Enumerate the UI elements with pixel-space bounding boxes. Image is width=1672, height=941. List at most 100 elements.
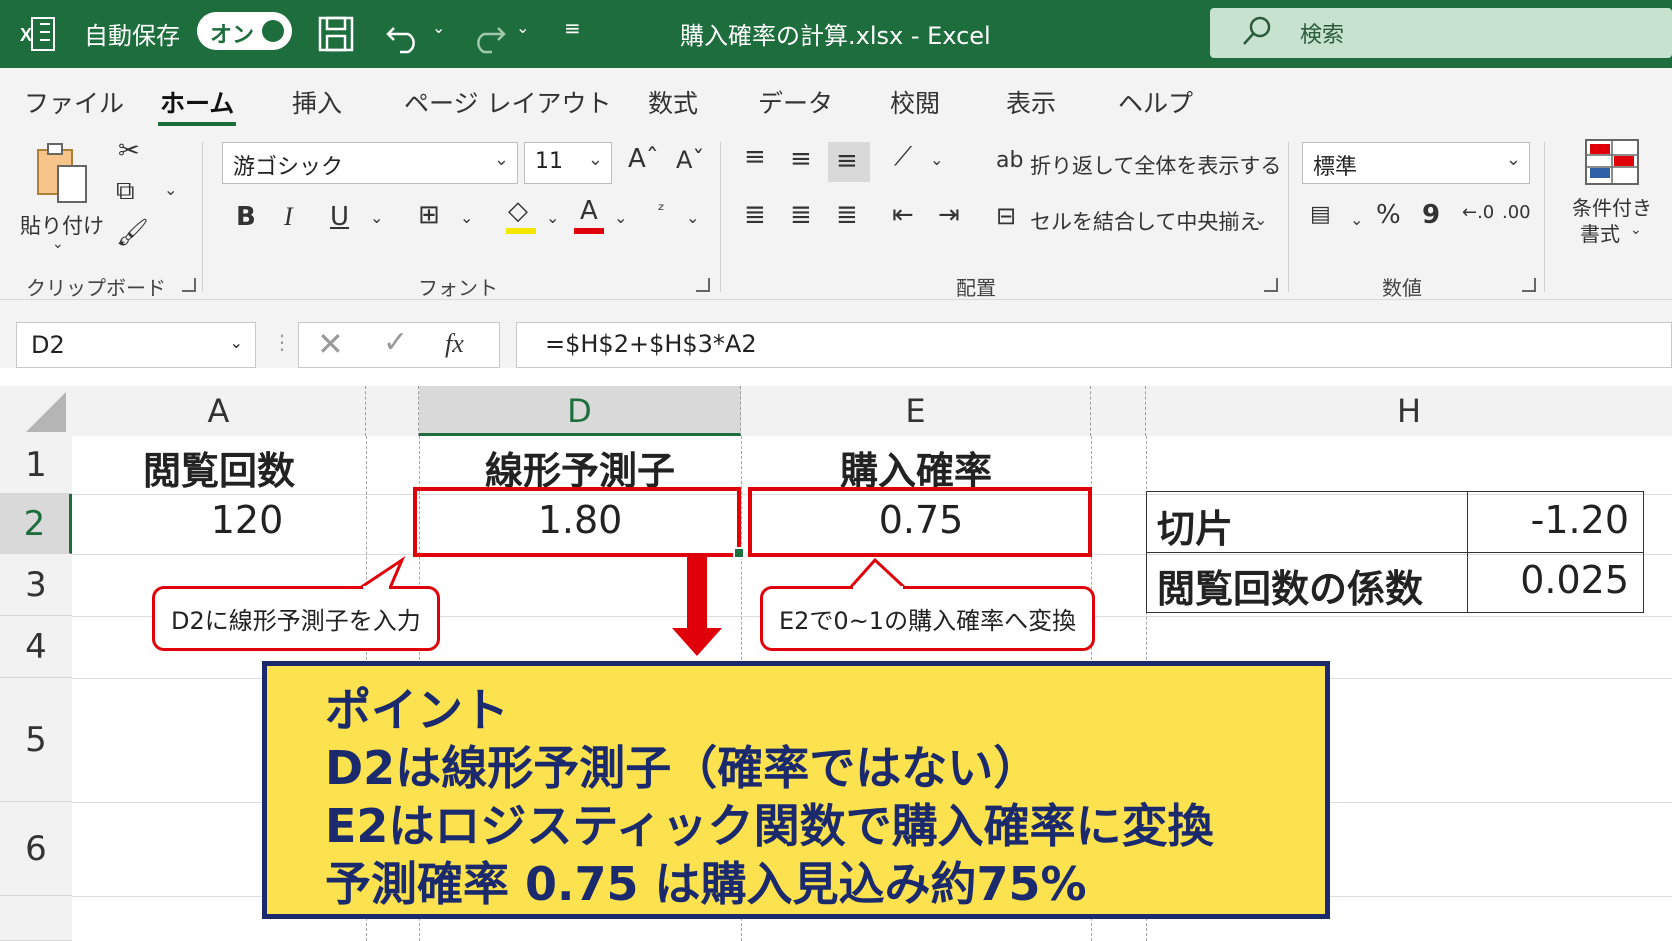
merge-dropdown-icon[interactable]: ⌄ [1254, 210, 1267, 229]
undo-dropdown-icon[interactable]: ⌄ [432, 18, 445, 37]
e2-callout: E2で0~1の購入確率へ変換 [760, 586, 1096, 651]
coefficient-value[interactable]: 0.025 [1520, 558, 1629, 602]
font-launcher-icon[interactable] [696, 278, 710, 292]
column-header-hidden[interactable] [366, 386, 419, 436]
number-launcher-icon[interactable] [1522, 278, 1536, 292]
phonetic-guide-icon[interactable]: ᶻ [658, 200, 665, 221]
column-header-hidden[interactable] [1091, 386, 1146, 436]
borders-icon[interactable]: ⊞ [418, 200, 440, 230]
font-size-select[interactable]: 11 ⌄ [524, 142, 612, 184]
customize-toolbar-icon[interactable]: ≡ [564, 16, 581, 40]
formula-input[interactable]: =$H$2+$H$3*A2 [516, 322, 1672, 368]
enter-icon[interactable]: ✓ [383, 325, 408, 360]
tab-review[interactable]: 校閲 [890, 84, 940, 120]
merge-center-button[interactable]: セルを結合して中央揃え [1030, 206, 1260, 236]
column-header-e[interactable]: E [741, 386, 1091, 436]
save-icon[interactable] [316, 14, 356, 54]
cell-a1[interactable]: 閲覧回数 [72, 440, 366, 495]
tab-view[interactable]: 表示 [1006, 84, 1056, 120]
decrease-decimal-icon[interactable]: .00 [1502, 202, 1531, 223]
redo-dropdown-icon[interactable]: ⌄ [516, 18, 529, 37]
decrease-font-icon[interactable]: Aˇ [676, 146, 704, 174]
accounting-dropdown-icon[interactable]: ⌄ [1350, 210, 1363, 229]
paste-icon[interactable] [32, 140, 92, 206]
redo-icon[interactable] [468, 14, 508, 54]
select-all-button[interactable] [0, 386, 72, 436]
search-box[interactable] [1210, 8, 1672, 58]
column-header-d[interactable]: D [419, 386, 741, 436]
column-header-a[interactable]: A [72, 386, 366, 436]
conditional-format-dropdown-icon[interactable]: ⌄ [1630, 222, 1642, 238]
row-header-7[interactable] [0, 896, 72, 941]
increase-font-icon[interactable]: Aˆ [628, 144, 659, 174]
increase-decimal-icon[interactable]: ←.0 [1462, 202, 1494, 223]
fill-color-icon[interactable]: ◇ [508, 196, 528, 226]
clipboard-launcher-icon[interactable] [182, 278, 196, 292]
column-header-h[interactable]: H [1146, 386, 1672, 436]
key-point-line: E2はロジスティック関数で購入確率に変換 [325, 799, 1214, 853]
number-format-select[interactable]: 標準 ⌄ [1302, 142, 1530, 184]
copy-dropdown-icon[interactable]: ⌄ [164, 180, 177, 199]
tab-insert[interactable]: 挿入 [292, 84, 342, 120]
row-header-5[interactable]: 5 [0, 678, 72, 802]
intercept-label[interactable]: 切片 [1157, 498, 1233, 553]
orientation-icon[interactable]: ⟋ [894, 142, 912, 173]
row-header-4[interactable]: 4 [0, 616, 72, 678]
format-painter-icon[interactable]: 🖌 [116, 218, 149, 248]
tab-data[interactable]: データ [758, 84, 833, 120]
tab-file[interactable]: ファイル [24, 84, 124, 120]
document-title: 購入確率の計算.xlsx - Excel [680, 22, 991, 50]
excel-logo-icon: X [20, 17, 55, 51]
cut-icon[interactable]: ✂ [118, 136, 140, 166]
conditional-format-label-line2[interactable]: 書式 [1580, 218, 1620, 247]
font-name-select[interactable]: 游ゴシック ⌄ [222, 142, 518, 184]
coefficient-label[interactable]: 閲覧回数の係数 [1157, 558, 1423, 613]
underline-button[interactable]: U [330, 202, 349, 232]
align-left-icon[interactable]: ≣ [744, 200, 766, 230]
name-box[interactable]: D2 ⌄ [16, 322, 256, 368]
alignment-launcher-icon[interactable] [1264, 278, 1278, 292]
bold-button[interactable]: B [236, 202, 256, 232]
row-header-3[interactable]: 3 [0, 554, 72, 616]
tab-formulas[interactable]: 数式 [648, 84, 698, 120]
row-header-2[interactable]: 2 [0, 494, 72, 554]
decrease-indent-icon[interactable]: ⇤ [892, 200, 914, 230]
align-right-icon[interactable]: ≣ [836, 200, 858, 230]
copy-icon[interactable]: ⧉ [116, 176, 135, 207]
borders-dropdown-icon[interactable]: ⌄ [460, 208, 473, 227]
font-color-dropdown-icon[interactable]: ⌄ [614, 208, 627, 227]
group-separator [720, 142, 721, 292]
align-top-icon[interactable]: ≡ [744, 142, 766, 172]
cell-a2[interactable]: 120 [100, 498, 394, 542]
underline-dropdown-icon[interactable]: ⌄ [370, 208, 383, 227]
increase-indent-icon[interactable]: ⇥ [938, 200, 960, 230]
tab-home[interactable]: ホーム [160, 84, 234, 120]
percent-style-button[interactable]: % [1376, 200, 1401, 230]
phonetic-dropdown-icon[interactable]: ⌄ [686, 208, 699, 227]
font-color-icon[interactable]: A [580, 196, 598, 226]
conditional-format-icon[interactable] [1584, 138, 1640, 186]
fill-color-dropdown-icon[interactable]: ⌄ [546, 208, 559, 227]
conditional-format-label-line1[interactable]: 条件付き [1572, 192, 1652, 221]
fill-handle[interactable] [733, 547, 745, 559]
intercept-value[interactable]: -1.20 [1531, 498, 1629, 542]
align-center-icon[interactable]: ≣ [790, 200, 812, 230]
accounting-format-icon[interactable]: ▤ [1310, 202, 1331, 227]
table-divider [1147, 552, 1643, 553]
undo-icon[interactable] [384, 14, 424, 54]
autosave-label: 自動保存 [84, 22, 180, 50]
row-header-1[interactable]: 1 [0, 436, 72, 494]
insert-function-button[interactable]: fx [445, 329, 464, 359]
italic-button[interactable]: I [284, 202, 293, 232]
cancel-icon[interactable]: ✕ [317, 325, 344, 363]
wrap-text-button[interactable]: 折り返して全体を表示する [1030, 150, 1281, 180]
resize-handle-icon[interactable]: ⋮ [272, 330, 292, 354]
search-icon [1243, 16, 1271, 45]
row-header-6[interactable]: 6 [0, 802, 72, 896]
align-middle-icon[interactable]: ≡ [790, 144, 812, 174]
tab-help[interactable]: ヘルプ [1118, 84, 1193, 120]
tab-page-layout[interactable]: ページ レイアウト [404, 84, 611, 120]
paste-dropdown-icon[interactable]: ⌄ [52, 236, 64, 252]
orientation-dropdown-icon[interactable]: ⌄ [930, 150, 943, 169]
comma-style-button[interactable]: 9 [1422, 200, 1440, 230]
